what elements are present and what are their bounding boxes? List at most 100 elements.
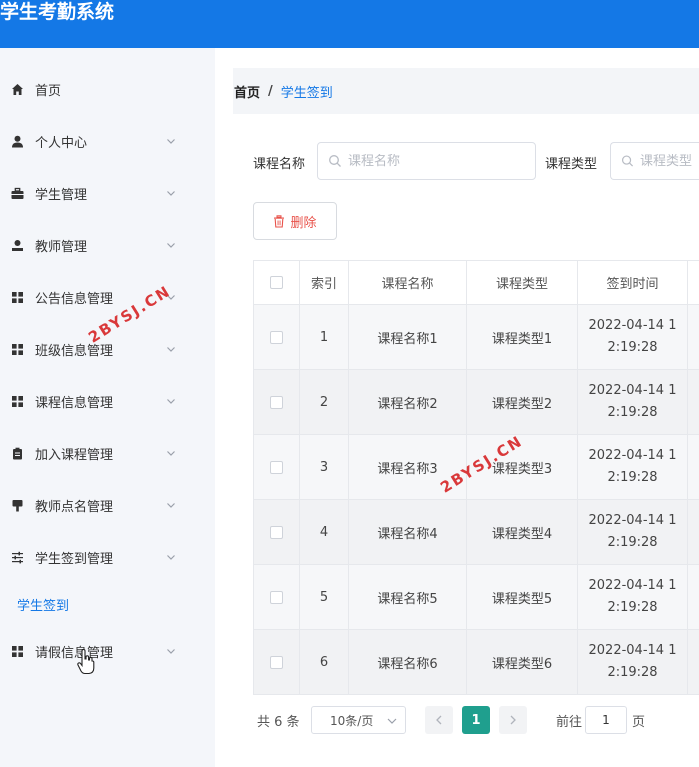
chevron-down-icon: [167, 555, 175, 560]
goto-page-input[interactable]: [585, 706, 627, 734]
sidebar-item-notice-management[interactable]: 公告信息管理: [0, 277, 215, 317]
sidebar-item-personal-center[interactable]: 个人中心: [0, 121, 215, 161]
column-header-overflow: [687, 260, 699, 305]
app-title: 学生考勤系统: [0, 1, 115, 23]
briefcase-icon: [11, 187, 24, 200]
course-type-cell: 课程类型4: [466, 499, 578, 565]
chevron-down-icon: [167, 191, 175, 196]
sidebar-subitem-student-signin[interactable]: 学生签到: [0, 589, 215, 619]
pagination-total: 共 6 条: [257, 715, 300, 730]
column-header[interactable]: 签到时间: [577, 260, 688, 305]
overflow-cell: [687, 564, 699, 630]
main-content: 首页 / 学生签到 课程名称 课程类型 删除 索引 课程名称 课程类型 签到时间: [215, 48, 699, 767]
table-row[interactable]: 1 课程名称1 课程类型1 2022-04-14 1 2:19:28: [253, 304, 699, 370]
sidebar-item-teacher-management[interactable]: 教师管理: [0, 225, 215, 265]
course-name-cell: 课程名称1: [348, 304, 467, 370]
course-name-cell: 课程名称6: [348, 629, 467, 695]
index-cell: 3: [299, 434, 349, 500]
prev-page-button[interactable]: [425, 706, 453, 734]
course-name-cell: 课程名称5: [348, 564, 467, 630]
course-type-cell: 课程类型1: [466, 304, 578, 370]
delete-button[interactable]: 删除: [253, 202, 337, 240]
course-type-search: [610, 142, 699, 180]
course-type-cell: 课程类型3: [466, 434, 578, 500]
sidebar-item-course-management[interactable]: 课程信息管理: [0, 381, 215, 421]
course-name-search: [317, 142, 536, 180]
sidebar-item-label: 公告信息管理: [35, 291, 114, 307]
sidebar-item-label: 首页: [35, 83, 62, 99]
chevron-left-icon: [436, 715, 442, 725]
row-checkbox[interactable]: [270, 525, 283, 539]
index-cell: 1: [299, 304, 349, 370]
course-name-cell: 课程名称4: [348, 499, 467, 565]
table-row[interactable]: 6 课程名称6 课程类型6 2022-04-14 1 2:19:28: [253, 629, 699, 695]
next-page-button[interactable]: [499, 706, 527, 734]
sidebar-item-roll-call-management[interactable]: 教师点名管理: [0, 485, 215, 525]
sidebar-item-join-course-management[interactable]: 加入课程管理: [0, 433, 215, 473]
column-header[interactable]: 课程名称: [348, 260, 467, 305]
sidebar-item-leave-management[interactable]: 请假信息管理: [0, 631, 215, 671]
chevron-down-icon: [387, 718, 397, 724]
course-type-cell: 课程类型2: [466, 369, 578, 435]
sidebar-item-label: 教师点名管理: [35, 499, 114, 515]
sidebar-item-label: 加入课程管理: [35, 447, 114, 463]
sidebar-item-label: 学生签到管理: [35, 551, 114, 567]
overflow-cell: [687, 369, 699, 435]
row-checkbox[interactable]: [270, 590, 283, 604]
signin-time-cell: 2022-04-14 1 2:19:28: [577, 434, 688, 500]
sidebar-item-label: 课程信息管理: [35, 395, 114, 411]
table-row[interactable]: 4 课程名称4 课程类型4 2022-04-14 1 2:19:28: [253, 499, 699, 565]
signin-time-line: 2022-04-14 1: [588, 318, 677, 333]
breadcrumb-home[interactable]: 首页: [234, 82, 260, 101]
signin-time-cell: 2022-04-14 1 2:19:28: [577, 369, 688, 435]
select-all-checkbox[interactable]: [270, 276, 283, 289]
row-checkbox[interactable]: [270, 655, 283, 669]
chevron-down-icon: [167, 243, 175, 248]
sidebar: 首页 个人中心 学生管理 教师管理 公告信息管理 班级信息管理 课程信息管理 加…: [0, 48, 215, 767]
sidebar-item-student-signin-management[interactable]: 学生签到管理: [0, 537, 215, 577]
overflow-cell: [687, 304, 699, 370]
column-header[interactable]: 课程类型: [466, 260, 578, 305]
signin-time-line: 2022-04-14 1: [588, 448, 677, 463]
page-size-value: 10条/页: [330, 713, 374, 728]
table-header-row: 索引 课程名称 课程类型 签到时间: [253, 260, 699, 305]
chevron-down-icon: [167, 347, 175, 352]
course-name-input[interactable]: [348, 153, 498, 169]
row-checkbox[interactable]: [270, 395, 283, 409]
grid-icon: [11, 343, 24, 356]
grid-icon: [11, 395, 24, 408]
breadcrumb-current: 学生签到: [280, 85, 333, 101]
page-number-button[interactable]: 1: [462, 706, 490, 734]
chevron-down-icon: [167, 399, 175, 404]
course-type-cell: 课程类型6: [466, 629, 578, 695]
table-row[interactable]: 5 课程名称5 课程类型5 2022-04-14 1 2:19:28: [253, 564, 699, 630]
top-header-bar: 学生考勤系统: [0, 0, 699, 48]
row-checkbox[interactable]: [270, 460, 283, 474]
sidebar-item-label: 教师管理: [35, 239, 88, 255]
grid-icon: [11, 291, 24, 304]
chevron-down-icon: [167, 649, 175, 654]
sidebar-item-class-management[interactable]: 班级信息管理: [0, 329, 215, 369]
chevron-down-icon: [167, 139, 175, 144]
sidebar-item-home[interactable]: 首页: [0, 69, 215, 109]
sidebar-item-label: 班级信息管理: [35, 343, 114, 359]
signin-time-line: 2:19:28: [607, 470, 658, 485]
course-name-label: 课程名称: [253, 157, 306, 172]
table-row[interactable]: 2 课程名称2 课程类型2 2022-04-14 1 2:19:28: [253, 369, 699, 435]
course-type-input[interactable]: [640, 153, 699, 169]
overflow-cell: [687, 629, 699, 695]
column-header[interactable]: 索引: [299, 260, 349, 305]
signin-time-line: 2:19:28: [607, 600, 658, 615]
row-checkbox[interactable]: [270, 330, 283, 344]
breadcrumb-separator: /: [268, 83, 273, 99]
delete-button-label: 删除: [290, 215, 317, 231]
signin-time-line: 2:19:28: [607, 405, 658, 420]
sidebar-item-student-management[interactable]: 学生管理: [0, 173, 215, 213]
index-cell: 5: [299, 564, 349, 630]
table-row[interactable]: 3 课程名称3 课程类型3 2022-04-14 1 2:19:28: [253, 434, 699, 500]
signin-time-line: 2:19:28: [607, 665, 658, 680]
sliders-icon: [11, 551, 24, 564]
select-all-cell: [253, 260, 300, 305]
page-size-select[interactable]: 10条/页: [311, 706, 406, 734]
chevron-down-icon: [167, 503, 175, 508]
